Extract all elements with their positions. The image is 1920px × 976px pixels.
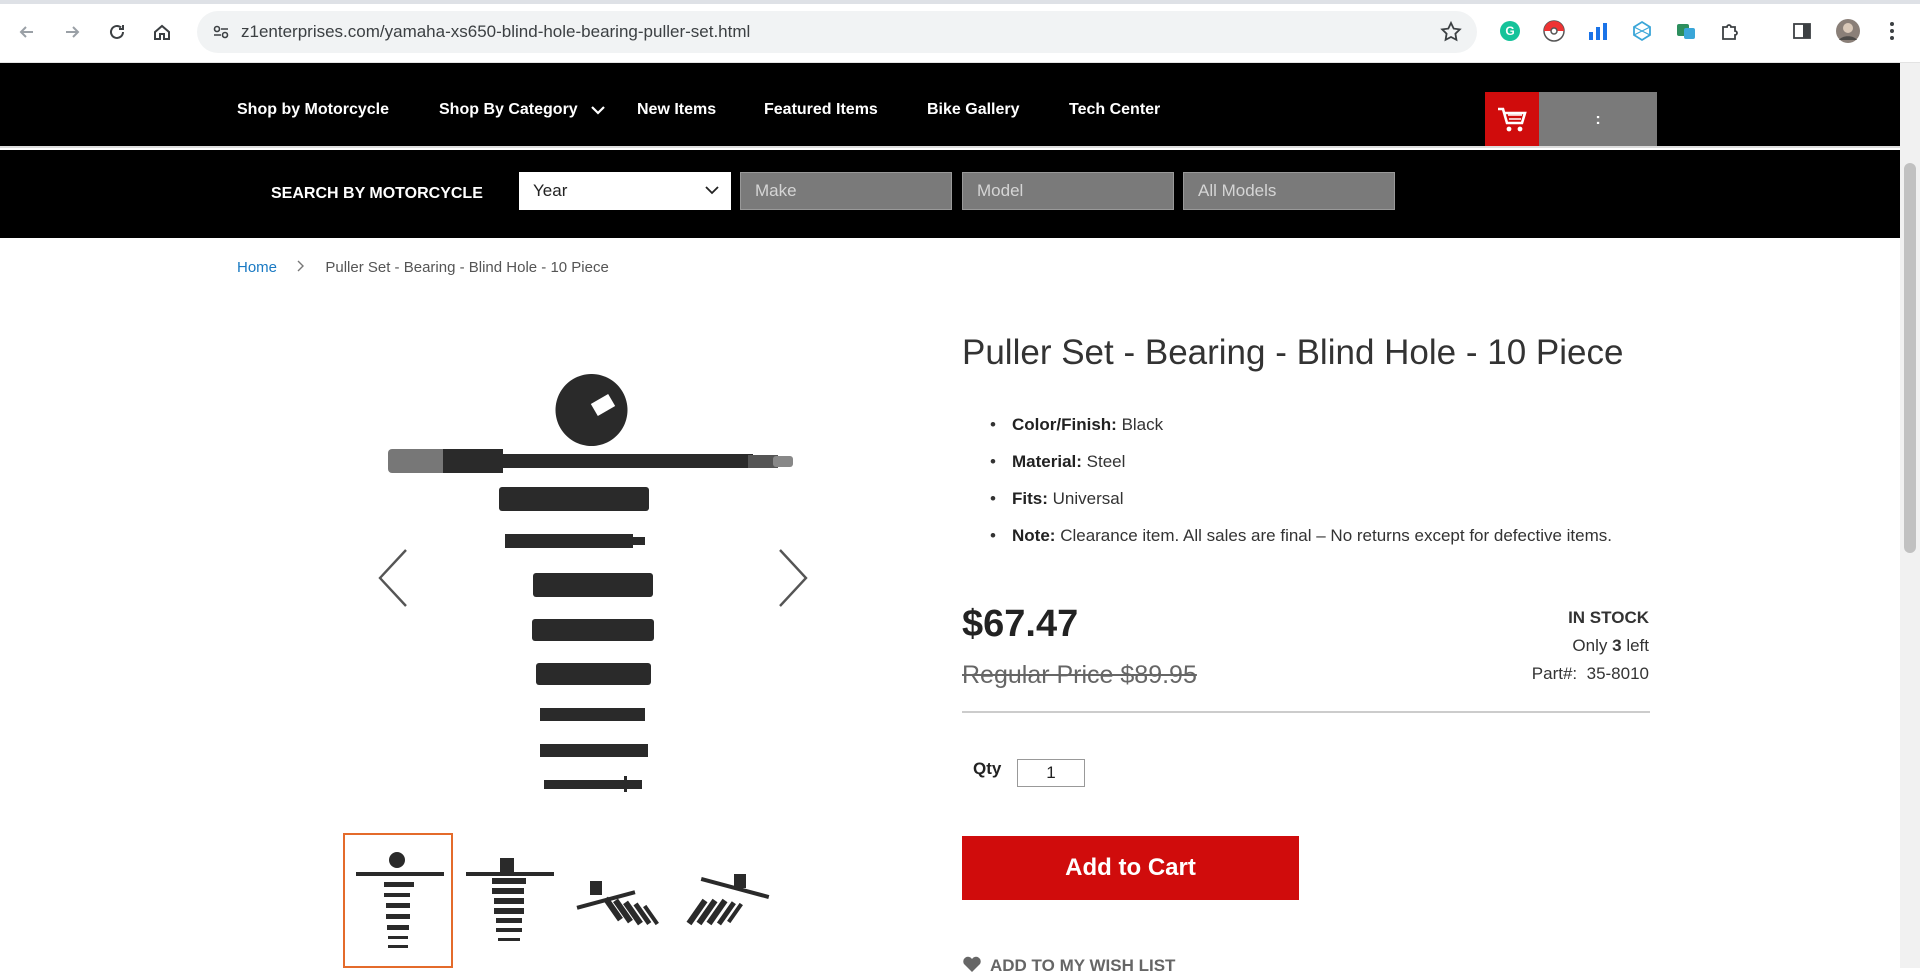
spec-value: Steel	[1086, 452, 1126, 471]
nav-shop-by-category-label: Shop By Category	[439, 101, 578, 118]
thumbnail-4[interactable]	[673, 833, 783, 968]
cart-count[interactable]: :	[1539, 92, 1657, 148]
extensions-puzzle-icon[interactable]	[1716, 17, 1744, 45]
regular-price: Regular Price $89.95	[962, 661, 1197, 689]
all-models-select-value: All Models	[1198, 181, 1277, 200]
thumbnail-1[interactable]	[343, 833, 453, 968]
analytics-extension-icon[interactable]	[1584, 17, 1612, 45]
stock-only-prefix: Only	[1572, 636, 1608, 655]
spec-color-finish: Color/Finish: Black	[990, 412, 1612, 437]
site-navigation: Shop by Motorcycle Shop By Category New …	[0, 63, 1900, 148]
price-divider	[962, 711, 1650, 713]
site-settings-icon[interactable]	[211, 22, 231, 47]
stock-only-suffix: left	[1626, 636, 1649, 655]
scrollbar-thumb[interactable]	[1904, 163, 1916, 553]
stock-quantity: Only 3 left	[1532, 632, 1649, 660]
search-by-motorcycle-bar: SEARCH BY MOTORCYCLE Year Make Model All…	[0, 150, 1900, 238]
part-number: 35-8010	[1586, 664, 1649, 683]
spec-label: Fits:	[1012, 489, 1048, 508]
nav-new-items[interactable]: New Items	[637, 101, 716, 119]
pokeball-extension-icon[interactable]	[1540, 17, 1568, 45]
home-icon[interactable]	[147, 17, 177, 47]
make-select-value: Make	[755, 181, 797, 200]
nav-divider	[0, 146, 1900, 148]
nav-shop-by-motorcycle[interactable]: Shop by Motorcycle	[237, 101, 389, 119]
tab-strip-edge	[0, 0, 1920, 4]
add-to-wishlist-link[interactable]: ADD TO MY WISH LIST	[962, 955, 1175, 976]
profile-avatar[interactable]	[1834, 17, 1862, 45]
svg-text:G: G	[1505, 24, 1514, 38]
year-select-value: Year	[533, 181, 568, 200]
nav-bike-gallery[interactable]: Bike Gallery	[927, 101, 1020, 119]
wishlist-label: ADD TO MY WISH LIST	[990, 956, 1176, 975]
spec-label: Color/Finish:	[1012, 415, 1117, 434]
spec-material: Material: Steel	[990, 449, 1612, 474]
add-to-cart-button[interactable]: Add to Cart	[962, 836, 1299, 900]
grammarly-extension-icon[interactable]: G	[1496, 17, 1524, 45]
product-price: $67.47	[962, 603, 1079, 645]
chevron-down-icon	[705, 186, 719, 195]
reload-icon[interactable]	[102, 17, 132, 47]
breadcrumb: Home Puller Set - Bearing - Blind Hole -…	[237, 259, 609, 276]
spec-value: Universal	[1052, 489, 1124, 508]
part-number-row: Part#: 35-8010	[1532, 660, 1649, 688]
product-title: Puller Set - Bearing - Blind Hole - 10 P…	[962, 333, 1624, 372]
nav-shop-by-category[interactable]: Shop By Category	[439, 101, 606, 119]
url-text[interactable]: z1enterprises.com/yamaha-xs650-blind-hol…	[241, 22, 750, 42]
breadcrumb-current: Puller Set - Bearing - Blind Hole - 10 P…	[325, 259, 609, 276]
ai-extension-icon[interactable]	[1628, 17, 1656, 45]
all-models-select[interactable]: All Models	[1183, 172, 1395, 210]
back-icon[interactable]	[12, 17, 42, 47]
stock-info: IN STOCK Only 3 left Part#: 35-8010	[1532, 604, 1649, 688]
translate-extension-icon[interactable]	[1672, 17, 1700, 45]
chevron-right-icon	[297, 259, 305, 276]
qty-label: Qty	[973, 759, 1002, 778]
chevron-down-icon	[591, 105, 605, 115]
model-select[interactable]: Model	[962, 172, 1174, 210]
browser-toolbar: z1enterprises.com/yamaha-xs650-blind-hol…	[0, 0, 1920, 63]
thumbnail-strip	[343, 833, 783, 968]
bookmark-star-icon[interactable]	[1439, 20, 1463, 49]
product-spec-list: Color/Finish: Black Material: Steel Fits…	[990, 412, 1612, 560]
heart-icon	[963, 956, 981, 972]
thumbnail-2[interactable]	[453, 833, 563, 968]
spec-label: Material:	[1012, 452, 1082, 471]
spec-fits: Fits: Universal	[990, 486, 1612, 511]
nav-tech-center[interactable]: Tech Center	[1069, 101, 1160, 119]
breadcrumb-home-link[interactable]: Home	[237, 259, 277, 276]
spec-value: Clearance item. All sales are final – No…	[1060, 526, 1612, 545]
spec-note: Note: Clearance item. All sales are fina…	[990, 523, 1612, 548]
model-select-value: Model	[977, 181, 1024, 200]
stock-only-count: 3	[1612, 636, 1622, 655]
address-bar[interactable]: z1enterprises.com/yamaha-xs650-blind-hol…	[197, 11, 1477, 53]
browser-menu-icon[interactable]	[1878, 17, 1906, 45]
search-by-motorcycle-label: SEARCH BY MOTORCYCLE	[271, 185, 483, 202]
cart-icon[interactable]	[1485, 92, 1539, 148]
year-select[interactable]: Year	[519, 172, 731, 210]
part-number-label: Part#:	[1531, 664, 1578, 683]
spec-label: Note:	[1012, 526, 1056, 545]
qty-input[interactable]: 1	[1017, 759, 1085, 787]
spec-value: Black	[1121, 415, 1164, 434]
nav-featured-items[interactable]: Featured Items	[764, 101, 878, 119]
thumbnail-3[interactable]	[563, 833, 673, 968]
forward-icon[interactable]	[57, 17, 87, 47]
page-scrollbar[interactable]	[1900, 63, 1920, 968]
stock-status: IN STOCK	[1568, 608, 1649, 627]
make-select[interactable]: Make	[740, 172, 952, 210]
product-main-image[interactable]	[368, 340, 828, 810]
side-panel-icon[interactable]	[1788, 17, 1816, 45]
minicart-button[interactable]: :	[1485, 92, 1657, 148]
